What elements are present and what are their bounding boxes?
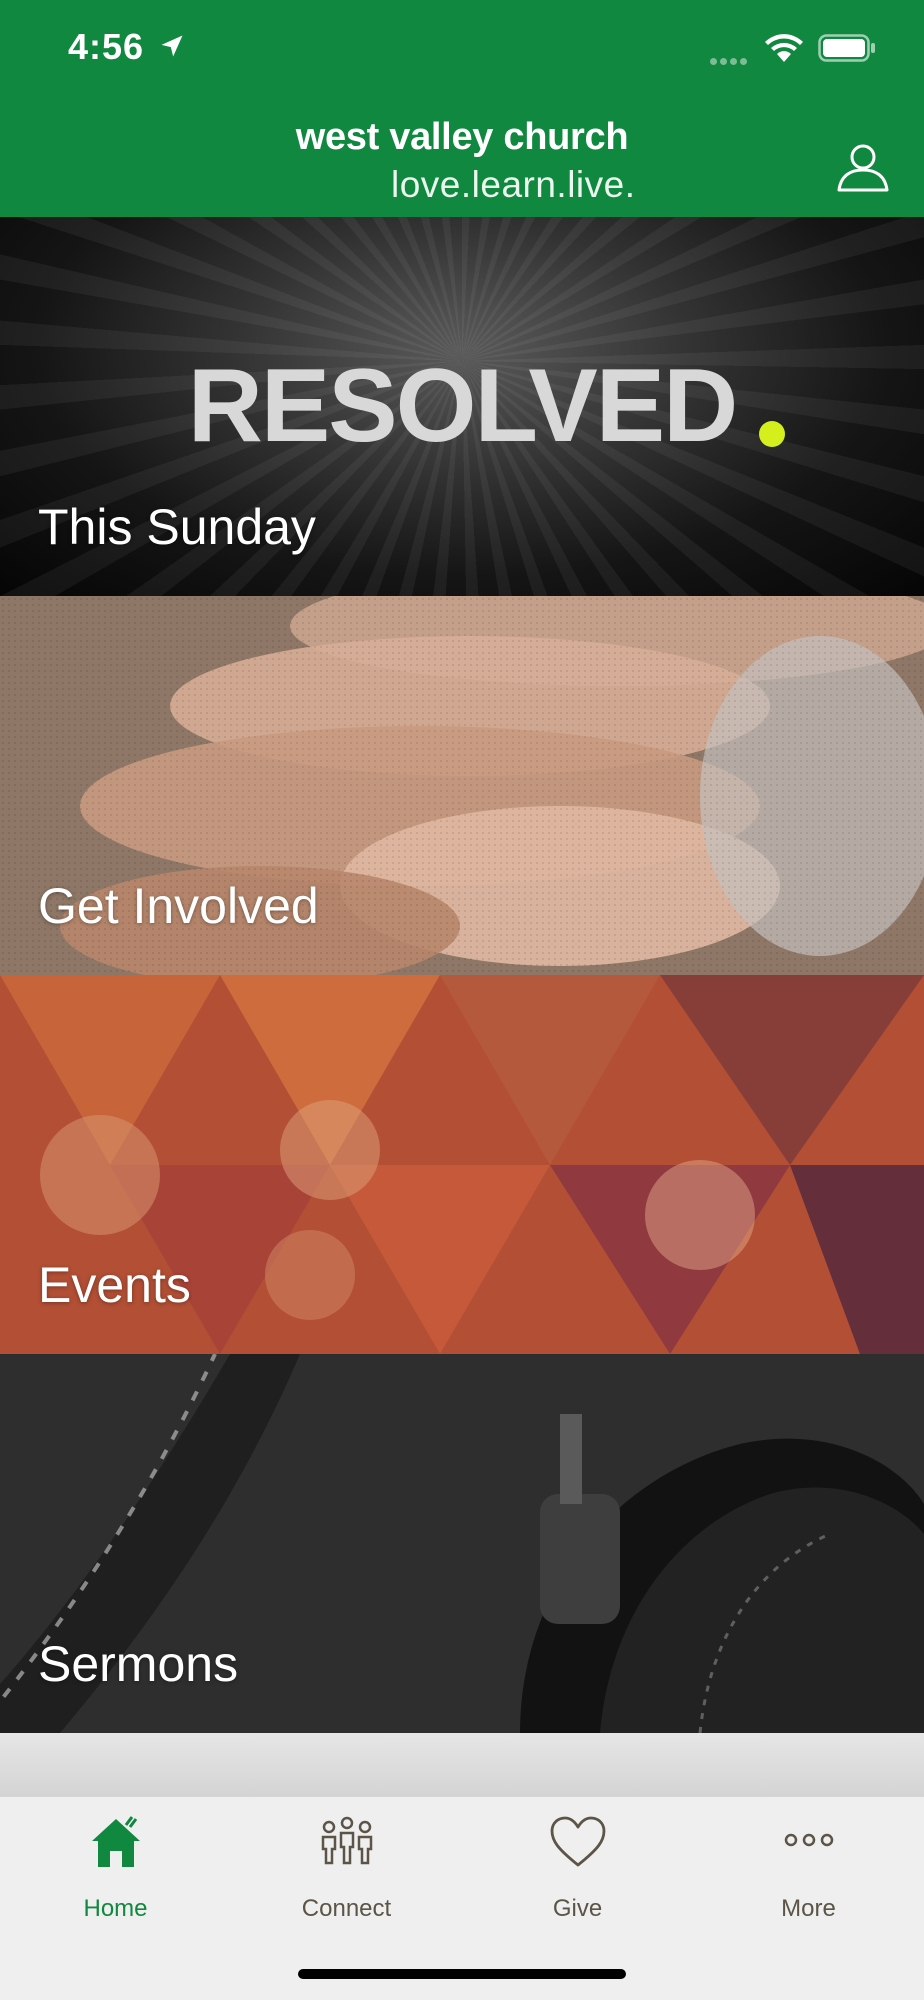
tab-label: Connect [301, 1895, 392, 1922]
more-icon [784, 1833, 834, 1847]
location-arrow-icon [161, 35, 183, 57]
tab-label: Home [83, 1895, 148, 1922]
tile-partial-next[interactable] [0, 1733, 924, 1796]
tab-label: More [781, 1895, 836, 1922]
tab-give[interactable]: Give [462, 1807, 693, 1922]
church-name-title: west valley church [295, 116, 629, 158]
tab-more[interactable]: More [693, 1807, 924, 1922]
status-bar: 4:56 [0, 0, 924, 100]
resolved-graphic-text: RESOLVED [187, 348, 738, 464]
home-icon [92, 1816, 140, 1867]
wifi-icon [765, 34, 803, 62]
tile-label: Sermons [38, 1636, 239, 1692]
home-indicator[interactable] [298, 1969, 626, 1979]
tile-label: Events [38, 1257, 191, 1313]
tab-connect[interactable]: Connect [231, 1807, 462, 1922]
tile-get-involved[interactable]: Get Involved [0, 596, 924, 975]
tile-label: This Sunday [38, 499, 316, 555]
resolved-accent-dot [759, 421, 785, 447]
status-time: 4:56 [68, 26, 145, 67]
tile-sermons[interactable]: Sermons [0, 1354, 924, 1733]
tile-this-sunday[interactable]: RESOLVED This Sunday [0, 217, 924, 596]
heart-icon [550, 1816, 606, 1867]
battery-icon [818, 34, 875, 62]
home-tiles-list: RESOLVED This Sunday Get Involved Events… [0, 217, 924, 1796]
tile-label: Get Involved [38, 878, 319, 934]
church-tagline: love.learn.live. [391, 164, 636, 205]
cellular-signal-icon [710, 52, 750, 70]
profile-icon[interactable] [835, 139, 891, 195]
app-header: 4:56 west valley church love.learn.live. [0, 0, 924, 217]
tab-home[interactable]: Home [0, 1807, 231, 1922]
tab-label: Give [552, 1895, 603, 1922]
people-icon [321, 1816, 373, 1865]
tile-events[interactable]: Events [0, 975, 924, 1354]
